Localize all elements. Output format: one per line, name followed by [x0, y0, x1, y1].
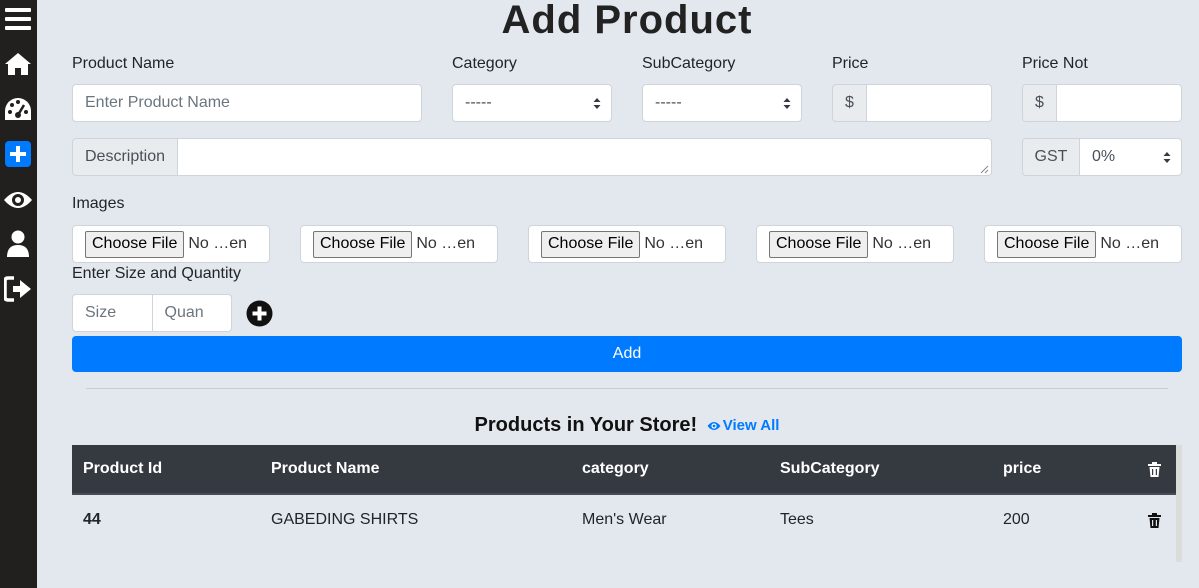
- select-arrows-icon: [593, 98, 601, 109]
- view-all-label: View All: [722, 417, 780, 434]
- store-title-text: Products in Your Store!: [474, 414, 698, 436]
- size-input[interactable]: Size: [72, 294, 153, 332]
- resize-handle-icon[interactable]: [980, 165, 989, 174]
- file-status: No …en: [644, 235, 704, 252]
- description-addon: Description: [72, 138, 178, 176]
- table-row: 44 GABEDING SHIRTS Men's Wear Tees 200: [72, 495, 1176, 545]
- category-select-value: -----: [465, 94, 492, 111]
- logout-icon[interactable]: [2, 273, 33, 304]
- quantity-input[interactable]: Quan: [152, 294, 232, 332]
- category-select[interactable]: -----: [452, 84, 612, 122]
- subcategory-select[interactable]: -----: [642, 84, 802, 122]
- trash-icon[interactable]: [1148, 461, 1161, 477]
- gst-input-group: GST 0%: [1022, 138, 1182, 176]
- products-table: Product Id Product Name category SubCate…: [72, 445, 1176, 545]
- cell-product-id: 44: [83, 511, 101, 528]
- file-status: No …en: [416, 235, 476, 252]
- images-label: Images: [72, 195, 125, 212]
- trash-icon[interactable]: [1148, 512, 1161, 528]
- file-status: No …en: [1100, 235, 1160, 252]
- cell-price: 200: [1003, 511, 1030, 528]
- price-not-currency-addon: $: [1022, 84, 1057, 122]
- gst-select-value: 0%: [1092, 148, 1116, 165]
- choose-file-button[interactable]: Choose File: [997, 230, 1097, 258]
- store-heading: Products in Your Store! View All: [0, 413, 1199, 438]
- category-label: Category: [452, 55, 517, 72]
- description-input-group: Description: [72, 138, 992, 176]
- product-name-input[interactable]: Enter Product Name: [72, 84, 422, 122]
- column-header-subcategory: SubCategory: [780, 460, 880, 477]
- image-file-input-5[interactable]: Choose File No …en: [984, 225, 1182, 263]
- choose-file-button[interactable]: Choose File: [313, 230, 413, 258]
- table-header: Product Id Product Name category SubCate…: [72, 445, 1176, 495]
- column-header-price: price: [1003, 460, 1042, 477]
- cell-subcategory: Tees: [780, 511, 814, 528]
- sidebar: [0, 0, 37, 588]
- file-status: No …en: [872, 235, 932, 252]
- page-title: Add Product: [501, 0, 753, 42]
- size-quantity-group: Size Quan: [72, 294, 232, 332]
- view-all-link[interactable]: View All: [707, 414, 780, 438]
- divider: [86, 388, 1168, 389]
- price-input[interactable]: [867, 84, 992, 122]
- dashboard-icon[interactable]: [2, 93, 33, 124]
- image-file-input-1[interactable]: Choose File No …en: [72, 225, 270, 263]
- file-status: No …en: [188, 235, 248, 252]
- column-header-category: category: [582, 460, 649, 477]
- user-icon[interactable]: [2, 228, 33, 259]
- price-label: Price: [832, 55, 869, 72]
- size-quantity-label: Enter Size and Quantity: [72, 265, 241, 282]
- choose-file-button[interactable]: Choose File: [85, 230, 185, 258]
- subcategory-label: SubCategory: [642, 55, 736, 72]
- choose-file-button[interactable]: Choose File: [541, 230, 641, 258]
- view-icon[interactable]: [2, 184, 33, 215]
- gst-select[interactable]: 0%: [1080, 138, 1182, 176]
- product-name-label: Product Name: [72, 55, 175, 72]
- choose-file-button[interactable]: Choose File: [769, 230, 869, 258]
- cell-category: Men's Wear: [582, 511, 667, 528]
- image-file-input-2[interactable]: Choose File No …en: [300, 225, 498, 263]
- price-input-group: $: [832, 84, 992, 122]
- select-arrows-icon: [1163, 152, 1171, 163]
- description-textarea[interactable]: [178, 138, 992, 176]
- subcategory-select-value: -----: [655, 94, 682, 111]
- price-not-input[interactable]: [1057, 84, 1182, 122]
- add-product-button[interactable]: Add: [72, 336, 1182, 372]
- eye-icon: [707, 422, 721, 430]
- column-header-product-name: Product Name: [271, 460, 380, 477]
- table-scrollbar[interactable]: [1176, 445, 1182, 562]
- select-arrows-icon: [783, 98, 791, 109]
- price-not-label: Price Not: [1022, 55, 1088, 72]
- image-file-input-4[interactable]: Choose File No …en: [756, 225, 954, 263]
- add-size-plus-icon[interactable]: [246, 300, 273, 327]
- add-icon[interactable]: [2, 138, 33, 169]
- column-header-product-id: Product Id: [83, 460, 163, 477]
- price-currency-addon: $: [832, 84, 867, 122]
- price-not-input-group: $: [1022, 84, 1182, 122]
- image-file-input-3[interactable]: Choose File No …en: [528, 225, 726, 263]
- cell-product-name: GABEDING SHIRTS: [271, 511, 419, 528]
- home-icon[interactable]: [2, 48, 33, 79]
- gst-addon: GST: [1022, 138, 1080, 176]
